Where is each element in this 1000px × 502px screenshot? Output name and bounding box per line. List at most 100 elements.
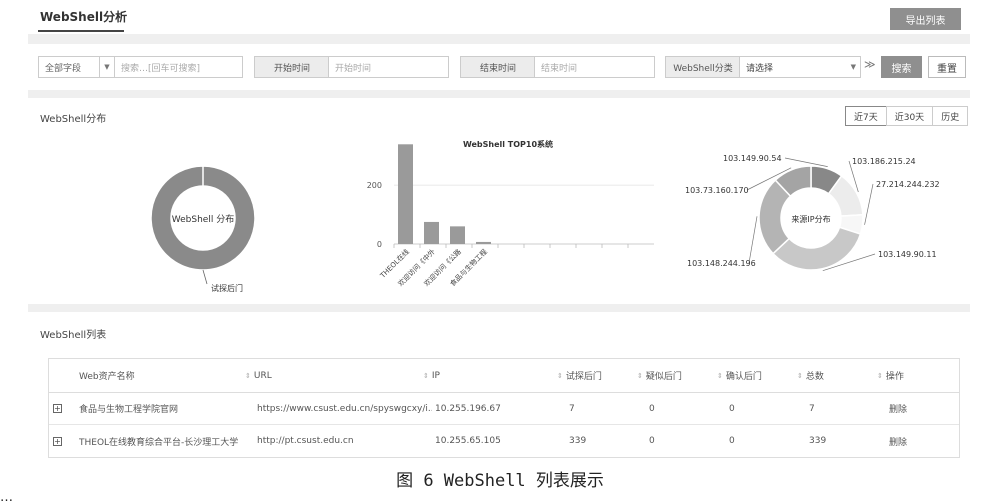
column-header-action[interactable]: ⇕ 操作	[877, 359, 904, 392]
cell-suspect: 0	[649, 436, 655, 446]
category-select[interactable]: 请选择 ▼	[739, 56, 861, 78]
cell-name: 食品与生物工程学院官网	[79, 405, 179, 415]
column-ip-label: IP	[431, 370, 440, 381]
figure-caption: 图 6 WebShell 列表展示	[396, 471, 604, 491]
cell-name: THEOL在线教育综合平台-长沙理工大学	[79, 437, 239, 448]
tab-webshell-analysis[interactable]: WebShell分析	[40, 8, 127, 25]
cell-url[interactable]: https://www.csust.edu.cn/spyswgcxy/i...	[257, 393, 432, 424]
cell-total: 7	[809, 403, 815, 414]
search-button[interactable]: 搜索	[881, 56, 922, 78]
bar	[398, 144, 413, 244]
export-list-button[interactable]: 导出列表	[890, 8, 961, 30]
category-label-text: WebShell分类	[673, 63, 733, 74]
category-label: WebShell分类	[665, 56, 740, 78]
start-time-label: 开始时间	[254, 56, 329, 78]
cell-ip: 10.255.65.105	[435, 436, 501, 446]
cell-url[interactable]: http://pt.csust.edu.cn	[257, 425, 432, 457]
slice-label: 103.73.160.170	[685, 186, 749, 195]
start-time-label-text: 开始时间	[273, 63, 310, 74]
bar-chart-title: WebShell TOP10系统	[463, 139, 553, 149]
sort-icon: ⇕	[245, 371, 251, 380]
leader-line	[748, 216, 758, 264]
distribution-title: WebShell分布	[40, 114, 107, 125]
y-tick-label: 200	[367, 181, 382, 190]
column-header-probe[interactable]: ⇕ 试探后门	[557, 359, 602, 392]
caret-down-icon: ▼	[104, 63, 110, 71]
footer-text-fragment: …	[0, 490, 13, 502]
bar	[424, 221, 439, 244]
cell-confirm: 0	[729, 403, 735, 414]
webshell-table: Web资产名称 ⇕ URL ⇕ IP ⇕ 试探后门 ⇕ 疑似后门 ⇕ 确认后门 ⇕ 总数 ⇕…	[48, 358, 960, 458]
column-header-name[interactable]: Web资产名称	[79, 359, 135, 392]
cell-total: 339	[809, 436, 827, 446]
column-header-url[interactable]: ⇕ URL	[245, 359, 272, 392]
cell-probe: 7	[569, 403, 575, 414]
expand-row-icon[interactable]: +	[53, 436, 62, 446]
search-placeholder: 搜索…[回车可搜索]	[121, 63, 201, 74]
distribution-charts: WebShell 分布试探后门WebShell TOP10系统0200THEOL…	[150, 139, 940, 293]
end-time-input[interactable]: 结束时间	[534, 56, 655, 78]
slice-label: 103.186.215.24	[852, 157, 916, 166]
donut-center-title: WebShell 分布	[172, 213, 234, 225]
end-time-placeholder: 结束时间	[541, 63, 578, 74]
caret-down-icon: ▼	[850, 63, 856, 71]
sort-icon: ⇕	[717, 371, 723, 380]
cell-confirm: 0	[729, 436, 735, 446]
slice-label: 103.148.244.196	[687, 259, 756, 268]
column-header-total[interactable]: ⇕ 总数	[797, 359, 824, 392]
sort-icon: ⇕	[877, 371, 883, 380]
column-header-confirm[interactable]: ⇕ 确认后门	[717, 359, 762, 392]
column-total-label: 总数	[805, 372, 824, 382]
range-toggle-group: 近7天 近30天 历史	[845, 106, 969, 126]
leader-line	[202, 269, 208, 285]
range-30d-button[interactable]: 近30天	[885, 106, 934, 126]
bar	[476, 241, 491, 244]
delete-link[interactable]: 删除	[889, 425, 907, 457]
active-tab-indicator	[38, 30, 124, 32]
header-divider	[28, 34, 970, 44]
list-title: WebShell列表	[40, 330, 107, 341]
slice-label: 103.149.90.54	[723, 154, 782, 163]
column-header-suspect[interactable]: ⇕ 疑似后门	[637, 359, 682, 392]
expand-row-icon[interactable]: +	[53, 404, 62, 413]
start-time-input[interactable]: 开始时间	[328, 56, 449, 78]
bar	[450, 226, 465, 244]
column-confirm-label: 确认后门	[725, 372, 762, 382]
table-row[interactable]: + 食品与生物工程学院官网 https://www.csust.edu.cn/s…	[49, 393, 959, 425]
field-select-value: 全部字段	[45, 63, 82, 74]
filter-divider	[28, 90, 970, 98]
cell-suspect: 0	[649, 403, 655, 414]
leader-line	[864, 183, 874, 225]
donut-center-title: 来源IP分布	[791, 214, 830, 224]
expand-filters-icon[interactable]: ≫	[864, 58, 876, 71]
slice-label: 27.214.244.232	[876, 180, 940, 189]
cell-probe: 339	[569, 436, 587, 446]
field-select-toggle[interactable]: ▼	[99, 56, 115, 78]
range-7d-button[interactable]: 近7天	[845, 106, 887, 126]
column-name-label: Web资产名称	[79, 372, 135, 382]
end-time-label-text: 结束时间	[479, 63, 516, 74]
start-time-placeholder: 开始时间	[335, 63, 372, 74]
slice-label: 103.149.90.11	[878, 250, 937, 259]
column-suspect-label: 疑似后门	[645, 372, 682, 382]
category-select-value: 请选择	[746, 63, 774, 74]
end-time-label: 结束时间	[460, 56, 535, 78]
sort-icon: ⇕	[557, 371, 563, 380]
delete-link[interactable]: 删除	[889, 393, 907, 424]
table-header: Web资产名称 ⇕ URL ⇕ IP ⇕ 试探后门 ⇕ 疑似后门 ⇕ 确认后门 ⇕ 总数 ⇕…	[49, 359, 959, 393]
field-select[interactable]: 全部字段	[38, 56, 100, 78]
sort-icon: ⇕	[423, 371, 429, 380]
column-header-ip[interactable]: ⇕ IP	[423, 359, 440, 392]
y-tick-label: 0	[377, 240, 382, 249]
column-action-label: 操作	[885, 372, 904, 382]
column-url-label: URL	[253, 370, 272, 381]
slice-label: 试探后门	[211, 283, 243, 293]
cell-ip: 10.255.196.67	[435, 403, 501, 414]
table-row[interactable]: + THEOL在线教育综合平台-长沙理工大学 http://pt.csust.e…	[49, 425, 959, 457]
range-history-button[interactable]: 历史	[932, 106, 969, 126]
sort-icon: ⇕	[637, 371, 643, 380]
search-input[interactable]: 搜索…[回车可搜索]	[114, 56, 243, 78]
leader-line	[784, 157, 828, 167]
charts-divider	[28, 304, 970, 312]
reset-button[interactable]: 重置	[928, 56, 966, 78]
